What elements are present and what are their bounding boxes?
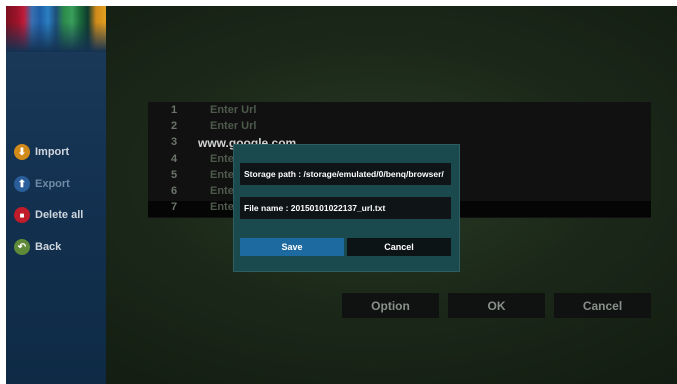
download-icon: ⬇ [14,144,30,160]
back-label: Back [35,241,62,253]
save-button[interactable]: Save [240,238,344,256]
sidebar-header-stripes [6,6,106,52]
url-row-1[interactable]: 1 Enter Url [148,104,651,120]
row-url: Ente [210,153,234,165]
delete-all-label: Delete all [35,209,84,221]
file-name-field[interactable]: File name : 20150101022137_url.txt [240,197,451,219]
export-label: Export [35,178,70,190]
row-number: 5 [170,169,178,181]
row-url: Ente [210,169,234,181]
sidebar: ⬇ Import ⬆ Export ■ Delete all ↶ Back [6,6,106,384]
export-dialog: Storage path : /storage/emulated/0/benq/… [233,144,460,272]
row-url: Ente [210,201,234,213]
back-icon: ↶ [14,239,30,255]
row-url: Enter Url [210,120,257,132]
trash-icon: ■ [14,207,30,223]
row-number: 6 [170,185,178,197]
import-label: Import [35,146,70,158]
cancel-button[interactable]: Cancel [554,293,651,318]
row-url: Ente [210,185,234,197]
dialog-cancel-button[interactable]: Cancel [347,238,451,256]
row-number: 3 [170,136,178,148]
url-row-2[interactable]: 2 Enter Url [148,120,651,136]
row-number: 4 [170,153,178,165]
storage-path-field: Storage path : /storage/emulated/0/benq/… [240,163,451,185]
browser-settings-screen: ⬇ Import ⬆ Export ■ Delete all ↶ Back 1 … [6,6,677,384]
ok-button[interactable]: OK [448,293,545,318]
back-button[interactable]: ↶ Back [14,237,61,257]
row-number: 1 [170,104,178,116]
delete-all-button[interactable]: ■ Delete all [14,205,83,225]
row-url: Enter Url [210,104,257,116]
export-button[interactable]: ⬆ Export [14,174,70,194]
import-button[interactable]: ⬇ Import [14,142,69,162]
row-number: 7 [170,201,178,213]
option-button[interactable]: Option [342,293,439,318]
upload-icon: ⬆ [14,176,30,192]
row-number: 2 [170,120,178,132]
